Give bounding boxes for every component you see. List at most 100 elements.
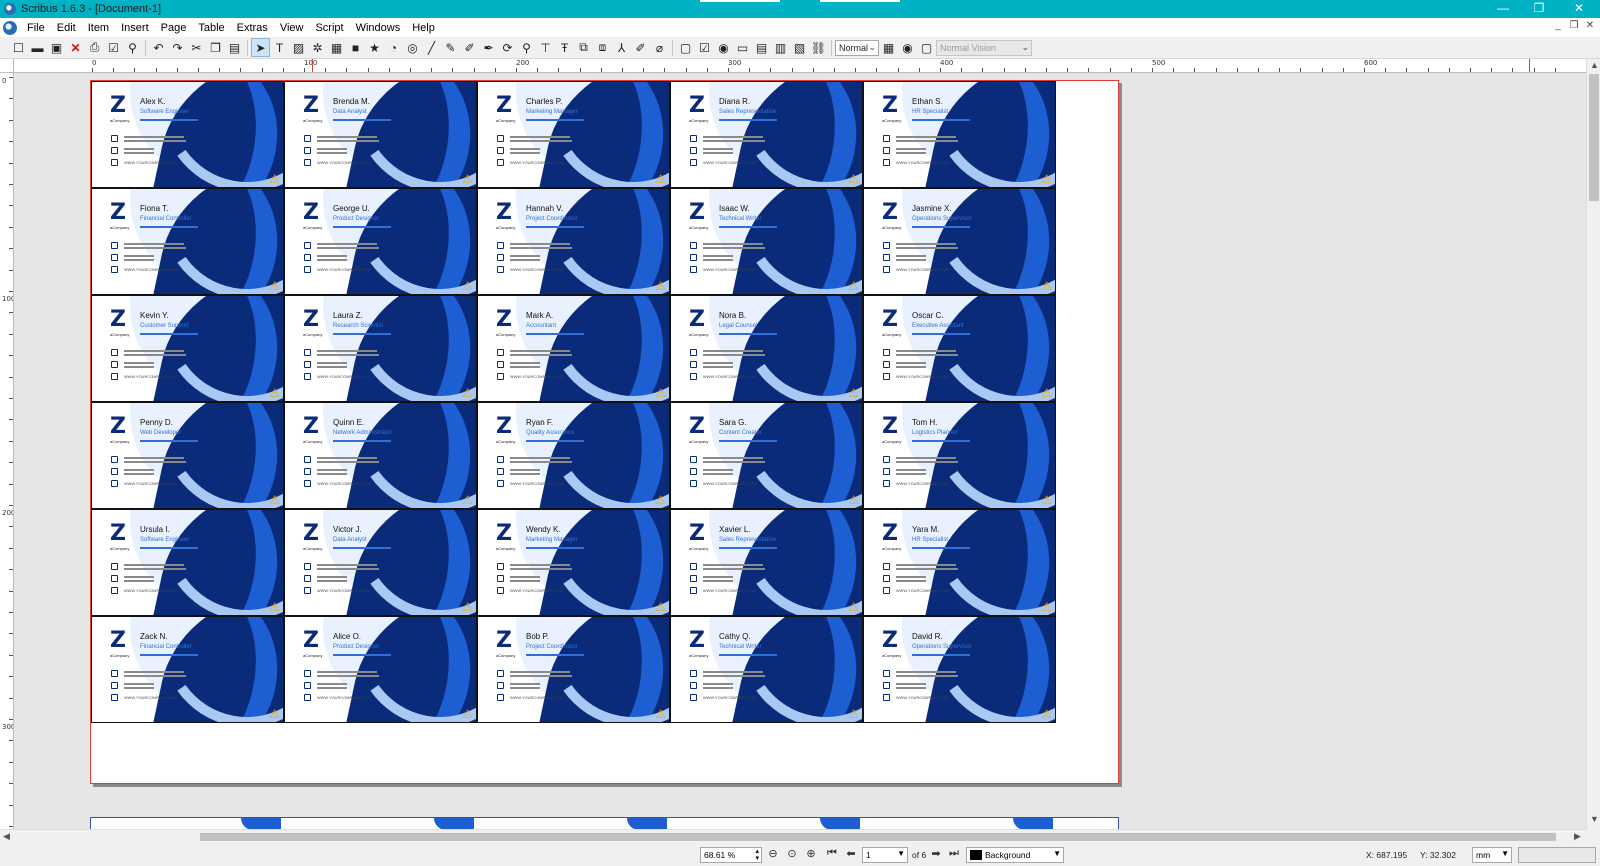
vertical-scrollbar[interactable]: ▲ ▼: [1586, 59, 1600, 829]
page-2[interactable]: [90, 817, 1119, 829]
open-icon[interactable]: ▬: [28, 38, 47, 57]
copy-properties-icon[interactable]: ✐: [631, 38, 650, 57]
spin-icon[interactable]: ▴ ▾: [755, 848, 759, 862]
scroll-left-icon[interactable]: ◀: [3, 831, 10, 842]
warning-icon[interactable]: ⚠: [655, 601, 666, 613]
menu-file[interactable]: File: [21, 22, 51, 34]
business-card[interactable]: Z aCompany David R. Operations Superviso…: [863, 616, 1056, 723]
spiral-icon[interactable]: ◎: [403, 38, 422, 57]
zoom-icon[interactable]: ⚲: [517, 38, 536, 57]
warning-icon[interactable]: ⚠: [848, 280, 859, 292]
menu-edit[interactable]: Edit: [51, 22, 82, 34]
next-page-icon[interactable]: ➡: [928, 847, 944, 860]
business-card[interactable]: Z aCompany Charles P. Marketing Manager …: [477, 81, 670, 188]
warning-icon[interactable]: ⚠: [1041, 173, 1052, 185]
vertical-ruler[interactable]: 0 100 200 300: [0, 73, 14, 829]
business-card[interactable]: Z aCompany Xavier L. Sales Representativ…: [670, 509, 863, 616]
scroll-down-icon[interactable]: ▼: [1590, 814, 1599, 824]
warning-icon[interactable]: ⚠: [655, 387, 666, 399]
warning-icon[interactable]: ⚠: [462, 387, 473, 399]
warning-icon[interactable]: ⚠: [269, 280, 280, 292]
warning-icon[interactable]: ⚠: [1041, 708, 1052, 720]
warning-icon[interactable]: ⚠: [269, 601, 280, 613]
business-card[interactable]: Z aCompany Sara G. Content Creator WWW.Y…: [670, 402, 863, 509]
warning-icon[interactable]: ⚠: [1041, 601, 1052, 613]
business-card[interactable]: Z aCompany Yara M. HR Specialist WWW.YOU…: [863, 509, 1056, 616]
warning-icon[interactable]: ⚠: [462, 601, 473, 613]
menu-extras[interactable]: Extras: [231, 22, 274, 34]
business-card[interactable]: Z aCompany George U. Product Designer WW…: [284, 188, 477, 295]
line-icon[interactable]: ╱: [422, 38, 441, 57]
warning-icon[interactable]: ⚠: [655, 708, 666, 720]
first-page-icon[interactable]: ⏮: [824, 847, 840, 860]
last-page-icon[interactable]: ⏭: [946, 847, 962, 860]
doc-close-button[interactable]: ✕: [1582, 20, 1598, 31]
menu-item[interactable]: Item: [82, 22, 115, 34]
business-card[interactable]: Z aCompany Ethan S. HR Specialist WWW.YO…: [863, 81, 1056, 188]
business-card[interactable]: Z aCompany Isaac W. Technical Writer WWW…: [670, 188, 863, 295]
pdf-combo-box-icon[interactable]: ▤: [752, 38, 771, 57]
paste-icon[interactable]: ▤: [225, 38, 244, 57]
copy-icon[interactable]: ❐: [206, 38, 225, 57]
doc-restore-button[interactable]: ❐: [1566, 20, 1582, 31]
view-mode-select[interactable]: Normal ⌄: [835, 39, 879, 56]
edit-contents-icon[interactable]: ⊤: [536, 38, 555, 57]
doc-minimize-button[interactable]: _: [1550, 20, 1566, 31]
warning-icon[interactable]: ⚠: [462, 708, 473, 720]
edit-text-icon[interactable]: Ŧ: [555, 38, 574, 57]
warning-icon[interactable]: ⚠: [1041, 387, 1052, 399]
warning-icon[interactable]: ⚠: [848, 494, 859, 506]
undo-icon[interactable]: ↶: [149, 38, 168, 57]
shape-icon[interactable]: ■: [346, 38, 365, 57]
close-document-icon[interactable]: ✕: [66, 38, 85, 57]
horizontal-scrollbar[interactable]: ◀ ▶: [0, 829, 1586, 843]
page-1[interactable]: Z aCompany Alex K. Software Engineer WWW…: [90, 80, 1119, 784]
business-card[interactable]: Z aCompany Oscar C. Executive Assistant …: [863, 295, 1056, 402]
measure-icon[interactable]: ⅄: [612, 38, 631, 57]
scroll-up-icon[interactable]: ▲: [1590, 60, 1599, 70]
pdf-push-button-icon[interactable]: ▢: [676, 38, 695, 57]
warning-icon[interactable]: ⚠: [269, 708, 280, 720]
business-card[interactable]: Z aCompany Alex K. Software Engineer WWW…: [91, 81, 284, 188]
scroll-right-icon[interactable]: ▶: [1574, 831, 1581, 842]
business-card[interactable]: Z aCompany Quinn E. Network Administrato…: [284, 402, 477, 509]
export-pdf-icon[interactable]: ⚲: [123, 38, 142, 57]
polygon-icon[interactable]: ★: [365, 38, 384, 57]
warning-icon[interactable]: ⚠: [848, 601, 859, 613]
menu-script[interactable]: Script: [309, 22, 349, 34]
business-card[interactable]: Z aCompany Victor J. Data Analyst WWW.YO…: [284, 509, 477, 616]
restore-button[interactable]: ❐: [1522, 0, 1556, 18]
warning-icon[interactable]: ⚠: [462, 280, 473, 292]
menu-table[interactable]: Table: [192, 22, 230, 34]
pdf-text-field-icon[interactable]: ▭: [733, 38, 752, 57]
menu-windows[interactable]: Windows: [350, 22, 407, 34]
preview-mode-icon[interactable]: ◉: [898, 38, 917, 57]
arc-icon[interactable]: ◔: [384, 38, 403, 57]
business-card[interactable]: Z aCompany Fiona T. Financial Controller…: [91, 188, 284, 295]
document-canvas[interactable]: Z aCompany Alex K. Software Engineer WWW…: [14, 73, 1586, 829]
zoom-out-icon[interactable]: ⊖: [765, 847, 781, 860]
ruler-origin[interactable]: [0, 59, 14, 73]
business-card[interactable]: Z aCompany Brenda M. Data Analyst WWW.YO…: [284, 81, 477, 188]
warning-icon[interactable]: ⚠: [655, 494, 666, 506]
warning-icon[interactable]: ⚠: [269, 494, 280, 506]
pdf-annotation-icon[interactable]: ▧: [790, 38, 809, 57]
minimize-button[interactable]: —: [1486, 0, 1520, 18]
business-card[interactable]: Z aCompany Diana R. Sales Representative…: [670, 81, 863, 188]
business-card[interactable]: Z aCompany Nora B. Legal Counsel WWW.YOU…: [670, 295, 863, 402]
select-tool-icon[interactable]: ➤: [251, 38, 270, 57]
horizontal-ruler[interactable]: 0 100 200 300 400 500 600: [14, 59, 1586, 73]
pdf-checkbox-icon[interactable]: ☑: [695, 38, 714, 57]
link-frames-icon[interactable]: ⧉: [574, 38, 593, 57]
table-icon[interactable]: ▦: [327, 38, 346, 57]
zoom-in-icon[interactable]: ⊕: [803, 847, 819, 860]
image-frame-icon[interactable]: ▨: [289, 38, 308, 57]
warning-icon[interactable]: ⚠: [848, 387, 859, 399]
zoom-field[interactable]: 68.61 % ▴ ▾: [700, 847, 762, 863]
previous-page-icon[interactable]: ⬅: [843, 847, 859, 860]
business-card[interactable]: Z aCompany Kevin Y. Customer Support WWW…: [91, 295, 284, 402]
page-number-field[interactable]: 1 ▼: [862, 847, 908, 863]
business-card[interactable]: Z aCompany Mark A. Accountant WWW.YOURCO…: [477, 295, 670, 402]
calligraphic-icon[interactable]: ✒: [479, 38, 498, 57]
render-frame-icon[interactable]: ✲: [308, 38, 327, 57]
